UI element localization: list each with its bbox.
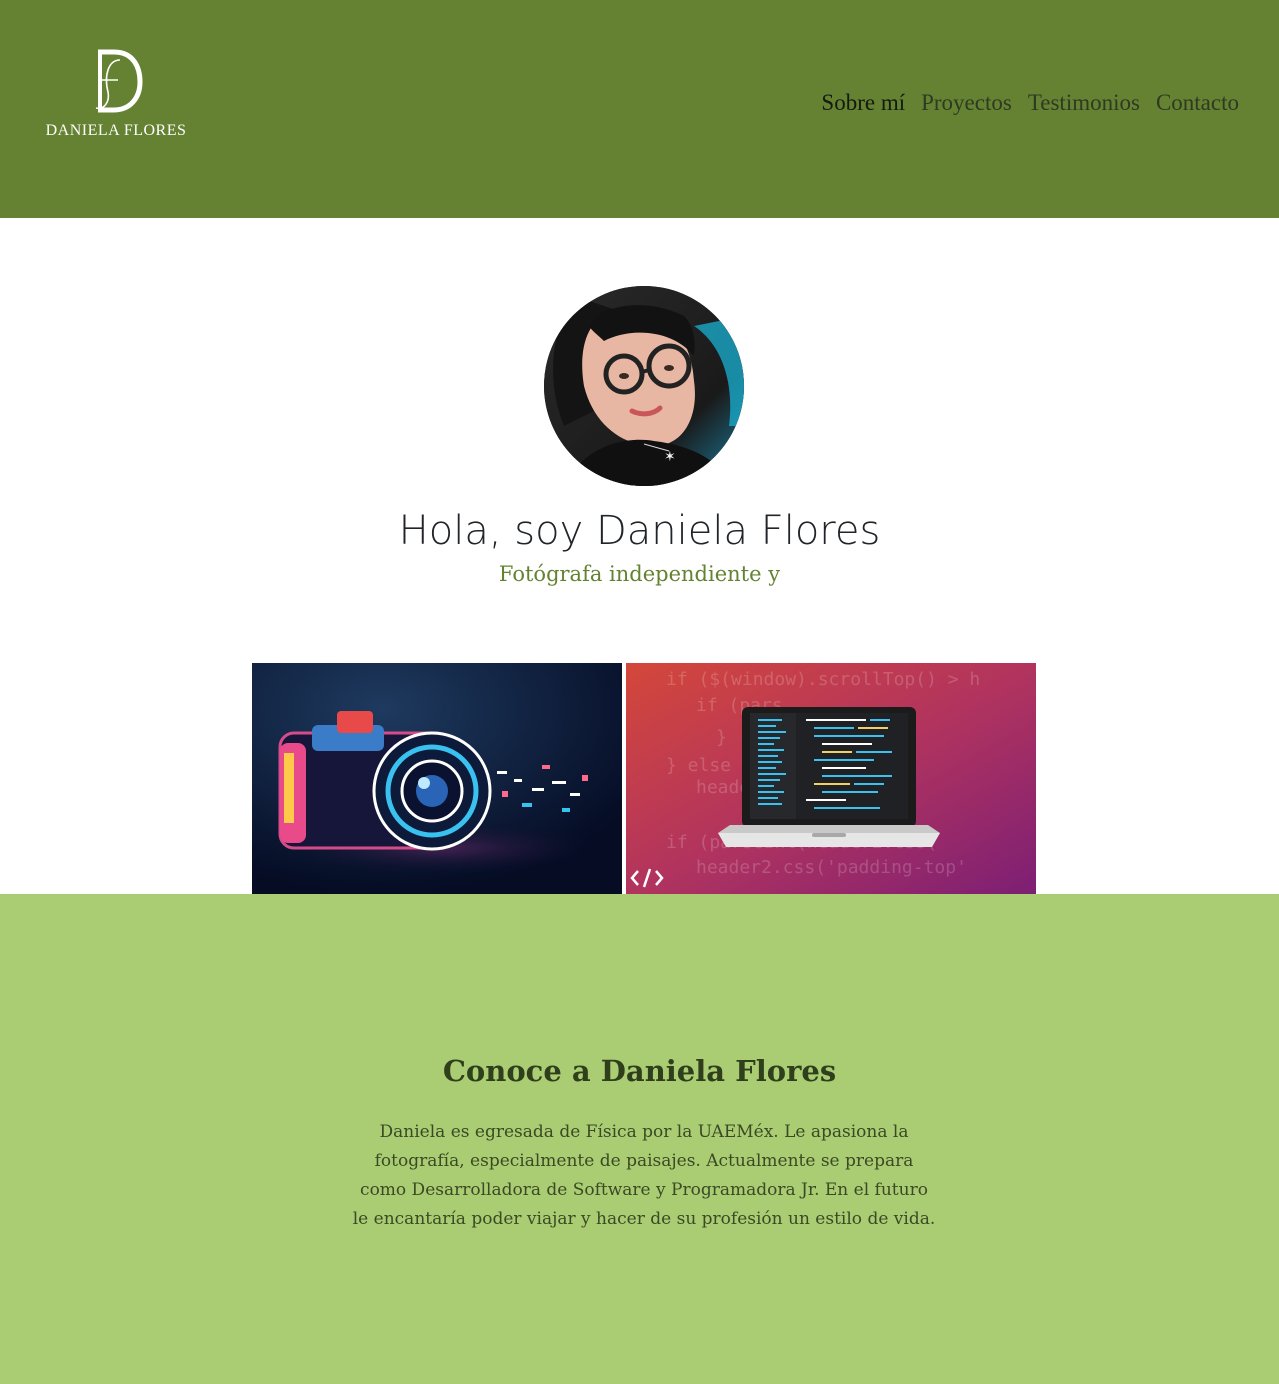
hero-title: Hola, soy Daniela Flores: [398, 508, 881, 554]
main-nav: Sobre mí Proyectos Testimonios Contacto: [821, 90, 1239, 116]
about-section: Conoce a Daniela Flores Daniela es egres…: [0, 894, 1279, 1384]
hero-subtitle: Fotógrafa independiente y: [498, 562, 781, 586]
nav-item-proyectos[interactable]: Proyectos: [921, 90, 1012, 116]
about-text: Daniela es egresada de Física por la UAE…: [352, 1122, 936, 1229]
svg-text:✶: ✶: [664, 449, 676, 465]
profile-avatar: ✶: [544, 286, 744, 486]
brand-name: DANIELA FLORES: [45, 122, 187, 139]
about-title: Conoce a Daniela Flores: [442, 1054, 837, 1088]
svg-text:if ($(window).scrollTop() > h: if ($(window).scrollTop() > h: [666, 669, 980, 690]
site-header: DANIELA FLORES Sobre mí Proyectos Testim…: [0, 0, 1279, 218]
nav-item-sobre-mi[interactable]: Sobre mí: [821, 90, 905, 116]
svg-text:} else {: } else {: [666, 755, 753, 776]
brand-logo[interactable]: DANIELA FLORES: [44, 46, 188, 158]
brand-monogram-icon: [95, 49, 143, 113]
svg-text:}: }: [716, 727, 727, 748]
svg-text:header2.css('padding-top': header2.css('padding-top': [696, 857, 967, 878]
nav-item-contacto[interactable]: Contacto: [1156, 90, 1239, 116]
laptop-code-illustration: if ($(window).scrollTop() > h if (pars }…: [626, 663, 1036, 894]
camera-illustration: [252, 663, 622, 894]
nav-item-testimonios[interactable]: Testimonios: [1028, 90, 1140, 116]
hero-section: ✶ Hola, soy Daniela Flores Fotógrafa ind…: [0, 218, 1279, 894]
